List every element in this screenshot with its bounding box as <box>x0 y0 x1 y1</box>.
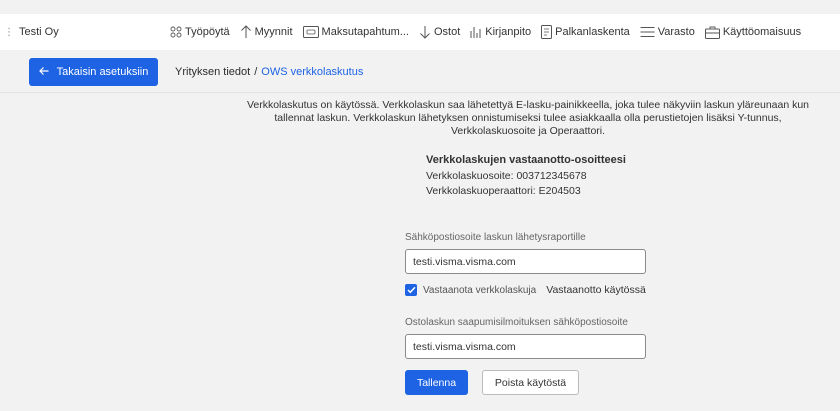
drag-handle-icon: ⋮ <box>4 26 14 38</box>
nav-label: Maksutapahtum... <box>321 26 409 38</box>
breadcrumb-parent[interactable]: Yrityksen tiedot <box>175 66 250 78</box>
company-selector[interactable]: ⋮ Testi Oy <box>4 14 59 50</box>
einvoice-operator: Verkkolaskuoperaattori: E204503 <box>426 185 581 197</box>
receiving-addresses: Verkkolaskujen vastaanotto-osoitteesi Ve… <box>426 153 686 200</box>
receive-einvoices-row: Vastaanota verkkolaskuja Vastaanotto käy… <box>405 283 646 297</box>
breadcrumb-current[interactable]: OWS verkkolaskutus <box>261 66 363 78</box>
receive-einvoices-label: Vastaanota verkkolaskuja <box>423 284 537 296</box>
receive-status-text: Vastaanotto käytössä <box>546 284 646 296</box>
einvoice-address: Verkkolaskuosoite: 003712345678 <box>426 169 587 182</box>
dashboard-icon <box>170 26 182 38</box>
nav-label: Myynnit <box>254 26 293 38</box>
nav-item-kirjanpito[interactable]: Kirjanpito <box>470 25 531 39</box>
report-email-input[interactable] <box>405 249 646 274</box>
breadcrumb-separator: / <box>254 66 258 78</box>
addresses-heading: Verkkolaskujen vastaanotto-osoitteesi <box>426 154 626 166</box>
nav-label: Varasto <box>657 26 695 38</box>
nav-label: Kirjanpito <box>485 26 532 38</box>
stack-icon <box>640 26 655 38</box>
nav-label: Käyttöomaisuus <box>722 26 802 38</box>
nav-item-palkanlaskenta[interactable]: Palkanlaskenta <box>541 25 630 39</box>
sub-header: Takaisin asetuksiin Yrityksen tiedot / O… <box>0 58 840 88</box>
nav-item-myynnit[interactable]: Myynnit <box>240 25 293 39</box>
save-button[interactable]: Tallenna <box>405 370 468 395</box>
nav-label: Palkanlaskenta <box>555 26 630 38</box>
arrow-down-icon <box>419 25 431 39</box>
payment-icon <box>302 26 319 38</box>
report-email-label: Sähköpostiosoite laskun lähetysraportill… <box>405 232 586 243</box>
arrow-up-icon <box>240 25 252 39</box>
document-icon <box>541 25 553 39</box>
purchase-email-input[interactable] <box>405 334 646 359</box>
back-to-settings-button[interactable]: Takaisin asetuksiin <box>29 58 158 86</box>
arrow-left-icon <box>38 66 49 79</box>
back-button-label: Takaisin asetuksiin <box>56 66 149 78</box>
company-name: Testi Oy <box>19 26 59 38</box>
nav-item-varasto[interactable]: Varasto <box>640 26 695 38</box>
receive-einvoices-checkbox[interactable] <box>405 284 417 296</box>
e-invoicing-info-text: Verkkolaskutus on käytössä. Verkkolaskun… <box>238 99 818 138</box>
breadcrumb: Yrityksen tiedot / OWS verkkolaskutus <box>175 58 363 86</box>
nav-item-tyopoyta[interactable]: Työpöytä <box>170 26 230 38</box>
briefcase-icon <box>704 26 720 39</box>
nav-label: Työpöytä <box>185 26 230 38</box>
ledger-icon <box>470 25 482 39</box>
nav-item-maksutapahtumat[interactable]: Maksutapahtum... <box>302 26 409 38</box>
checkmark-icon <box>406 286 416 294</box>
nav-label: Ostot <box>433 26 461 38</box>
top-navigation-bar: ⋮ Testi Oy Työpöytä Myynnit Maksutapahtu… <box>0 14 840 50</box>
header-divider <box>0 92 840 93</box>
info-line: Verkkolaskutus on käytössä. Verkkolaskun… <box>246 99 810 111</box>
nav-item-kayttoomaisuus[interactable]: Käyttöomaisuus <box>704 26 802 39</box>
disable-button[interactable]: Poista käytöstä <box>482 370 579 395</box>
main-nav: Työpöytä Myynnit Maksutapahtum... Ostot … <box>170 14 801 50</box>
info-line: Verkkolaskuosoite ja Operaattori. <box>450 125 606 137</box>
purchase-email-label: Ostolaskun saapumisilmoituksen sähköpost… <box>405 317 628 328</box>
info-line: tallennat laskun. Verkkolaskun lähetykse… <box>274 112 782 124</box>
nav-item-ostot[interactable]: Ostot <box>419 25 460 39</box>
